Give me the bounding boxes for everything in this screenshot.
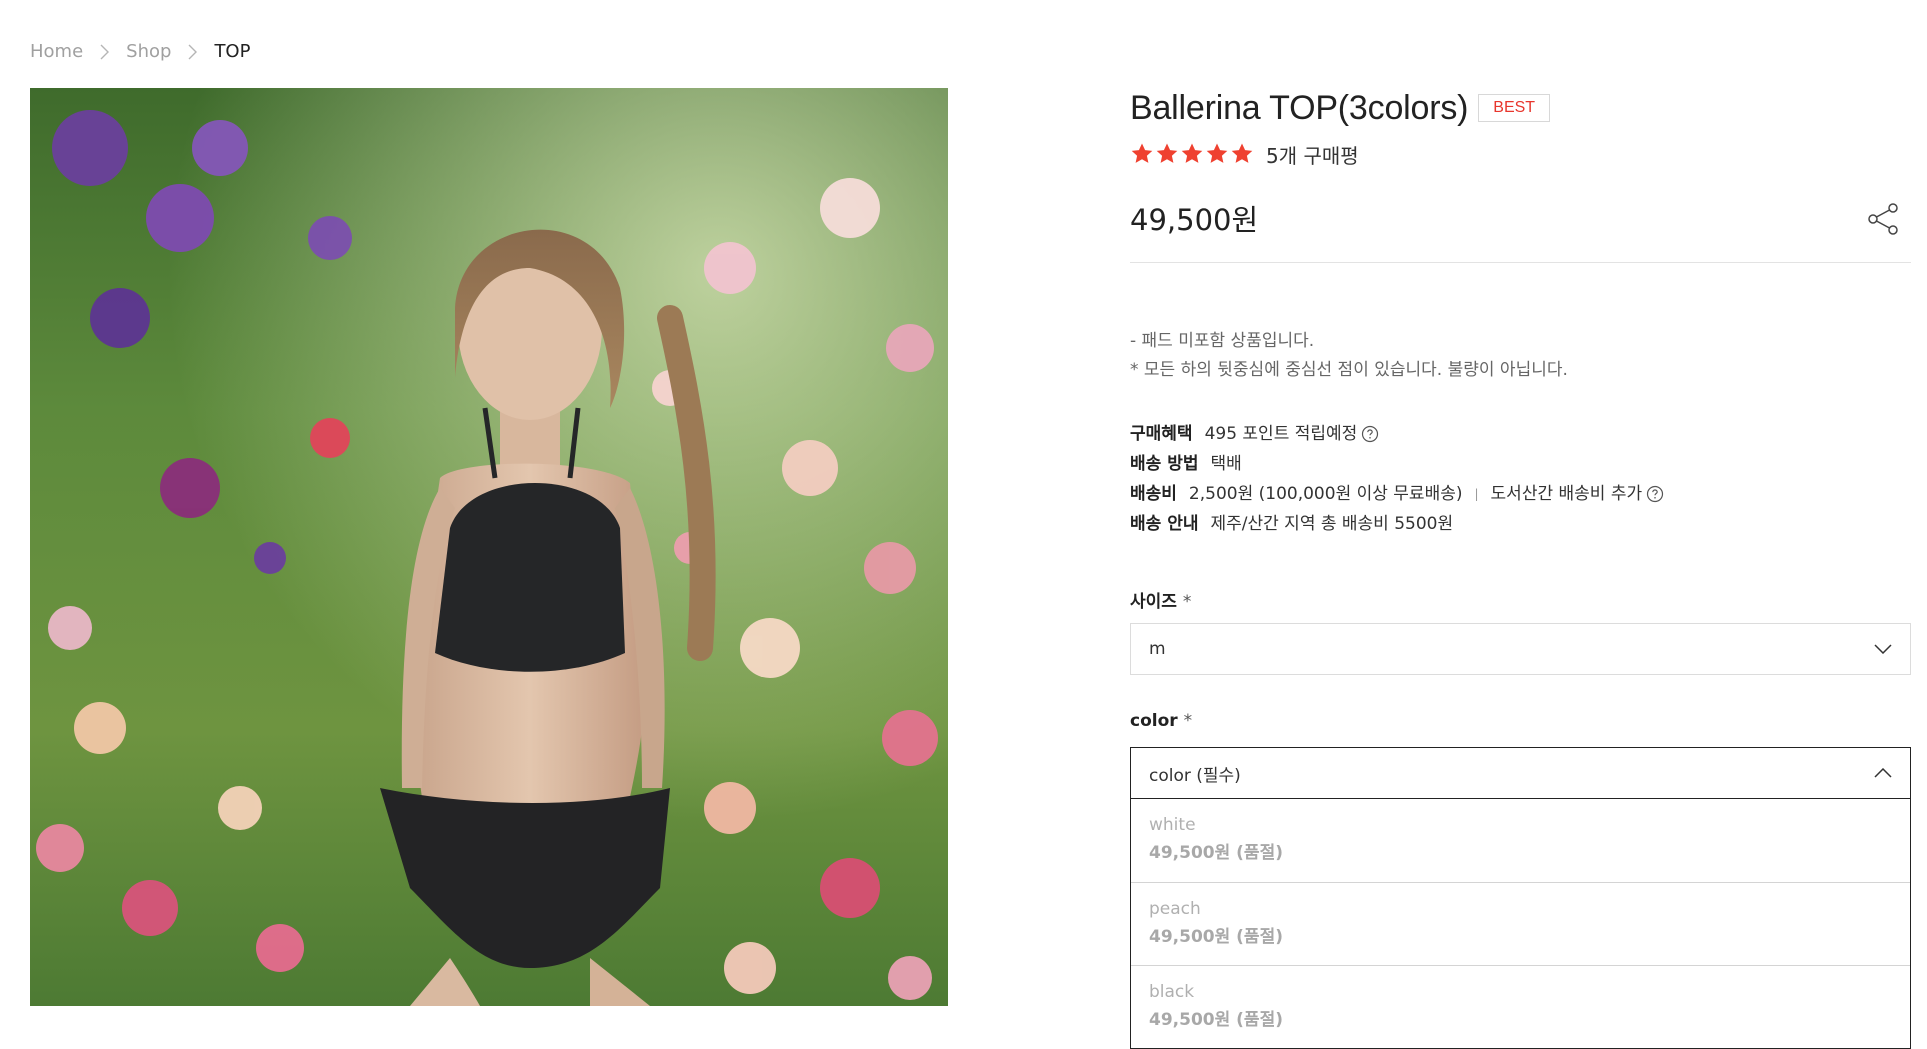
benefit-fee-value: 2,500원 (100,000원 이상 무료배송) (1188, 484, 1463, 504)
benefit-purchase-row: 구매혜택 495 포인트 적립예정 (1130, 419, 1911, 449)
chevron-down-icon (1874, 639, 1892, 659)
star-icon (1231, 143, 1253, 163)
product-title: Ballerina TOP(3colors) (1130, 88, 1469, 127)
benefit-fee-label: 배송비 (1130, 484, 1177, 504)
breadcrumb: Home Shop TOP (30, 41, 250, 62)
chevron-right-icon (100, 44, 110, 60)
option-name: black (1149, 982, 1195, 1002)
color-select[interactable]: color (필수) (1130, 747, 1911, 799)
option-price: 49,500원 (품절) (1149, 843, 1283, 863)
option-name: white (1149, 815, 1196, 835)
size-selected-value: m (1149, 639, 1166, 659)
product-price: 49,500원 (1130, 203, 1259, 237)
star-icon (1131, 143, 1153, 163)
required-mark: * (1182, 592, 1192, 612)
note-line: * 모든 하의 뒷중심에 중심선 점이 있습니다. 불량이 아닙니다. (1130, 360, 1568, 380)
color-option-black[interactable]: black 49,500원 (품절) (1131, 965, 1910, 1048)
size-option-label: 사이즈 * (1130, 587, 1911, 612)
benefit-guide-value: 제주/산간 지역 총 배송비 5500원 (1210, 514, 1454, 534)
color-label-text: color (1130, 711, 1178, 731)
size-select[interactable]: m (1130, 623, 1911, 675)
note-line: - 패드 미포함 상품입니다. (1130, 331, 1315, 351)
benefit-purchase-label: 구매혜택 (1130, 424, 1193, 444)
color-select-placeholder: color (필수) (1149, 765, 1241, 786)
best-badge: BEST (1478, 94, 1551, 122)
color-dropdown-list: white 49,500원 (품절) peach 49,500원 (품절) bl… (1130, 799, 1911, 1049)
benefit-guide-label: 배송 안내 (1130, 514, 1199, 534)
benefit-method-row: 배송 방법 택배 (1130, 449, 1911, 479)
benefit-fee-extra: 도서산간 배송비 추가 (1490, 484, 1643, 504)
product-notes: - 패드 미포함 상품입니다. * 모든 하의 뒷중심에 중심선 점이 있습니다… (1130, 327, 1911, 385)
price-row: 49,500원 (1130, 198, 1911, 238)
required-mark: * (1183, 711, 1193, 731)
share-icon[interactable] (1867, 202, 1901, 236)
breadcrumb-home[interactable]: Home (30, 41, 83, 62)
title-row: Ballerina TOP(3colors) BEST (1130, 88, 1911, 128)
star-icon (1156, 143, 1178, 163)
divider (1130, 262, 1911, 263)
chevron-up-icon (1874, 763, 1892, 783)
option-price: 49,500원 (품절) (1149, 1010, 1283, 1030)
rating-stars (1130, 142, 1254, 166)
rating-row[interactable]: 5개 구매평 (1130, 140, 1911, 168)
separator: | (1474, 487, 1479, 501)
benefit-guide-row: 배송 안내 제주/산간 지역 총 배송비 5500원 (1130, 509, 1911, 539)
benefit-method-value: 택배 (1210, 454, 1242, 474)
help-circle-icon[interactable] (1646, 485, 1664, 503)
product-info: Ballerina TOP(3colors) BEST 5개 구매평 49,50… (1130, 88, 1911, 1049)
help-circle-icon[interactable] (1361, 425, 1379, 443)
color-option-white[interactable]: white 49,500원 (품절) (1131, 799, 1910, 882)
breadcrumb-shop[interactable]: Shop (126, 41, 171, 62)
option-name: peach (1149, 899, 1201, 919)
shipping-benefits: 구매혜택 495 포인트 적립예정 배송 방법 택배 배송비 2,500원 (1… (1130, 419, 1911, 539)
star-icon (1206, 143, 1228, 163)
benefit-method-label: 배송 방법 (1130, 454, 1199, 474)
color-option-peach[interactable]: peach 49,500원 (품절) (1131, 882, 1910, 965)
breadcrumb-current: TOP (214, 41, 251, 62)
star-icon (1181, 143, 1203, 163)
chevron-right-icon (188, 44, 198, 60)
benefit-fee-row: 배송비 2,500원 (100,000원 이상 무료배송) | 도서산간 배송비… (1130, 479, 1911, 509)
review-count-link[interactable]: 5개 구매평 (1266, 140, 1359, 169)
benefit-purchase-value: 495 포인트 적립예정 (1204, 424, 1358, 444)
color-option-label: color * (1130, 711, 1911, 733)
option-price: 49,500원 (품절) (1149, 927, 1283, 947)
product-image[interactable] (30, 88, 948, 1006)
size-label-text: 사이즈 (1130, 592, 1177, 612)
